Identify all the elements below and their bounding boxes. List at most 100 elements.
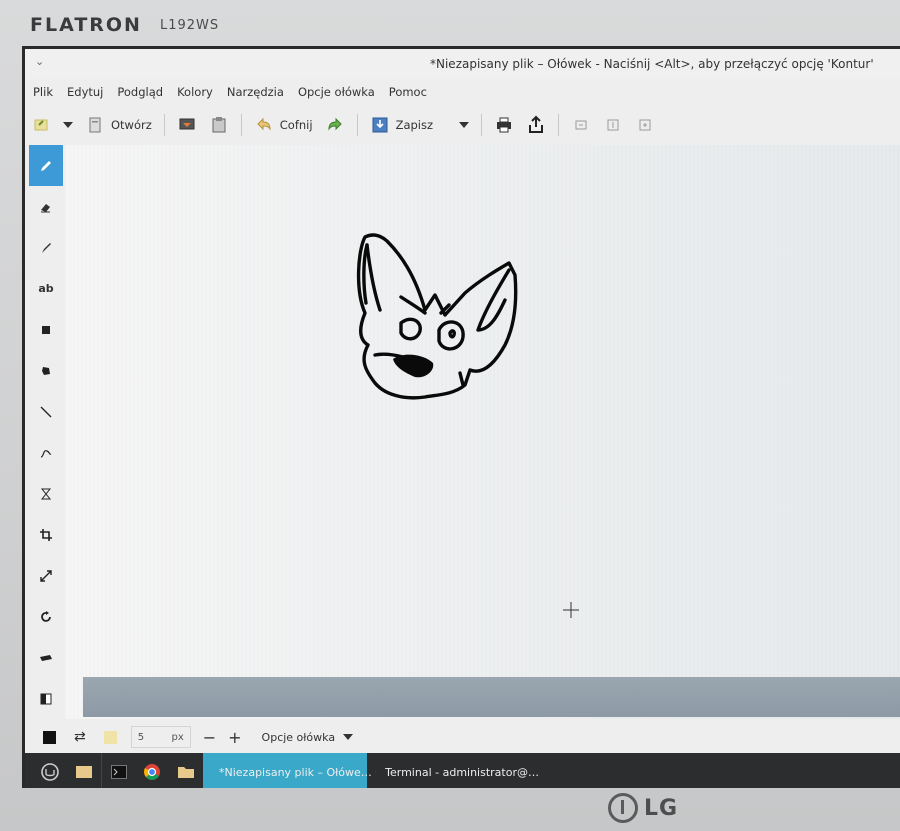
crosshair-cursor-icon (562, 601, 580, 623)
curve-icon (40, 449, 52, 458)
toolbar-separator (356, 114, 358, 136)
mint-logo-icon (41, 763, 59, 781)
menu-file[interactable]: Plik (33, 85, 53, 99)
chevron-down-icon (63, 122, 73, 128)
rectangle-tool[interactable] (29, 309, 63, 350)
rotate-icon (41, 610, 51, 622)
drawing-canvas[interactable] (65, 145, 900, 719)
zoom-fit-icon (603, 115, 623, 135)
zoom-in-button[interactable] (629, 111, 661, 139)
toolbar-separator (240, 114, 242, 136)
eraser-icon (41, 203, 50, 212)
pencil-options-menu[interactable]: Opcje ołówka (262, 731, 354, 744)
toolbar-separator (481, 114, 483, 136)
toolbar: Otwórz Cofnij Zapisz (25, 107, 900, 143)
save-dropdown[interactable] (453, 111, 475, 139)
crop-tool[interactable] (29, 514, 63, 555)
brush-tool[interactable] (29, 227, 63, 268)
scale-tool[interactable] (29, 555, 63, 596)
lg-text: LG (644, 795, 679, 821)
share-icon (526, 115, 546, 135)
line-icon (40, 406, 52, 417)
new-dropdown[interactable] (57, 111, 79, 139)
desktop-icon (76, 766, 92, 778)
size-unit: px (171, 731, 184, 743)
pencil-tool[interactable] (29, 145, 63, 186)
pencil-options-label: Opcje ołówka (261, 730, 336, 744)
share-button[interactable] (520, 111, 552, 139)
terminal-icon (375, 771, 378, 773)
start-menu-button[interactable] (33, 753, 67, 788)
new-button[interactable] (25, 111, 57, 139)
zoom-out-button[interactable] (565, 111, 597, 139)
curve-tool[interactable] (29, 432, 63, 473)
save-label: Zapisz (395, 118, 434, 132)
chevron-down-icon (459, 122, 470, 128)
task-terminal-window[interactable]: Terminal - administrator@… (367, 753, 547, 788)
lg-logo: LG (608, 793, 678, 823)
folder-icon (178, 767, 194, 778)
rotate-tool[interactable] (29, 596, 63, 637)
undo-label: Cofnij (279, 118, 313, 132)
print-button[interactable] (488, 111, 520, 139)
chrome-launcher[interactable] (135, 753, 169, 788)
fox-drawing (356, 233, 518, 400)
shape-tool[interactable] (29, 350, 63, 391)
undo-icon (254, 115, 274, 135)
filters-tool[interactable] (29, 678, 63, 719)
text-icon: ab (38, 282, 54, 295)
options-bar: ⇄ 5 px − + Opcje ołówka (25, 721, 900, 753)
hourglass-icon (40, 488, 52, 499)
selection-tool[interactable] (29, 473, 63, 514)
monitor-model: L192WS (160, 18, 220, 33)
window-title: *Niezapisany plik – Ołówek - Naciśnij <A… (430, 57, 874, 71)
paste-button[interactable] (203, 111, 235, 139)
collapse-icon[interactable]: ⌄ (35, 55, 44, 68)
save-button[interactable]: Zapisz (364, 111, 439, 139)
monitor-bezel: FLATRON L192WS ⌄ *Niezapisany plik – Ołó… (0, 0, 900, 831)
eraser-tool[interactable] (29, 186, 63, 227)
redo-button[interactable] (319, 111, 351, 139)
menu-colors[interactable]: Kolory (177, 85, 213, 99)
brush-icon (42, 242, 51, 253)
tool-palette: ab (29, 145, 63, 719)
secondary-color-swatch[interactable] (103, 730, 117, 744)
task-terminal-label: Terminal - administrator@… (385, 765, 539, 779)
menu-help[interactable]: Pomoc (389, 85, 427, 99)
new-file-icon (31, 115, 51, 135)
taskbar: *Niezapisany plik – Ołówe… Terminal - ad… (25, 753, 900, 788)
size-increase-button[interactable]: + (228, 728, 241, 747)
task-pinta-label: *Niezapisany plik – Ołówe… (219, 765, 372, 779)
text-tool[interactable]: ab (29, 268, 63, 309)
terminal-launcher[interactable] (101, 753, 135, 788)
size-input[interactable]: 5 px (130, 726, 191, 748)
menu-view[interactable]: Podgląd (117, 85, 163, 99)
monitor-brand: FLATRON (30, 14, 142, 36)
save-icon (370, 115, 390, 135)
primary-color-swatch[interactable] (43, 730, 56, 744)
task-pinta-window[interactable]: *Niezapisany plik – Ołówe… (203, 753, 372, 788)
clipboard-icon (209, 115, 229, 135)
lg-circle-icon (608, 793, 638, 823)
terminal-icon (110, 765, 127, 779)
menu-tools[interactable]: Narzędzia (227, 85, 284, 99)
toolbar-separator (163, 114, 165, 136)
files-launcher[interactable] (169, 753, 203, 788)
zoom-fit-button[interactable] (597, 111, 629, 139)
zoom-out-icon (571, 115, 591, 135)
menu-pencil-options[interactable]: Opcje ołówka (298, 85, 375, 99)
title-bar: ⌄ *Niezapisany plik – Ołówek - Naciśnij … (25, 49, 900, 79)
line-tool[interactable] (29, 391, 63, 432)
toolbar-separator (558, 114, 560, 136)
chrome-icon (144, 764, 160, 780)
undo-button[interactable]: Cofnij (248, 111, 319, 139)
menu-edit[interactable]: Edytuj (67, 85, 103, 99)
open-button[interactable]: Otwórz (79, 111, 158, 139)
show-desktop-button[interactable] (67, 753, 101, 788)
image-button[interactable] (171, 111, 203, 139)
menu-bar: Plik Edytuj Podgląd Kolory Narzędzia Opc… (25, 79, 900, 105)
size-decrease-button[interactable]: − (203, 728, 216, 747)
canvas-scroll-area[interactable] (83, 677, 900, 717)
swap-colors-icon[interactable]: ⇄ (74, 729, 86, 745)
skew-tool[interactable] (29, 637, 63, 678)
